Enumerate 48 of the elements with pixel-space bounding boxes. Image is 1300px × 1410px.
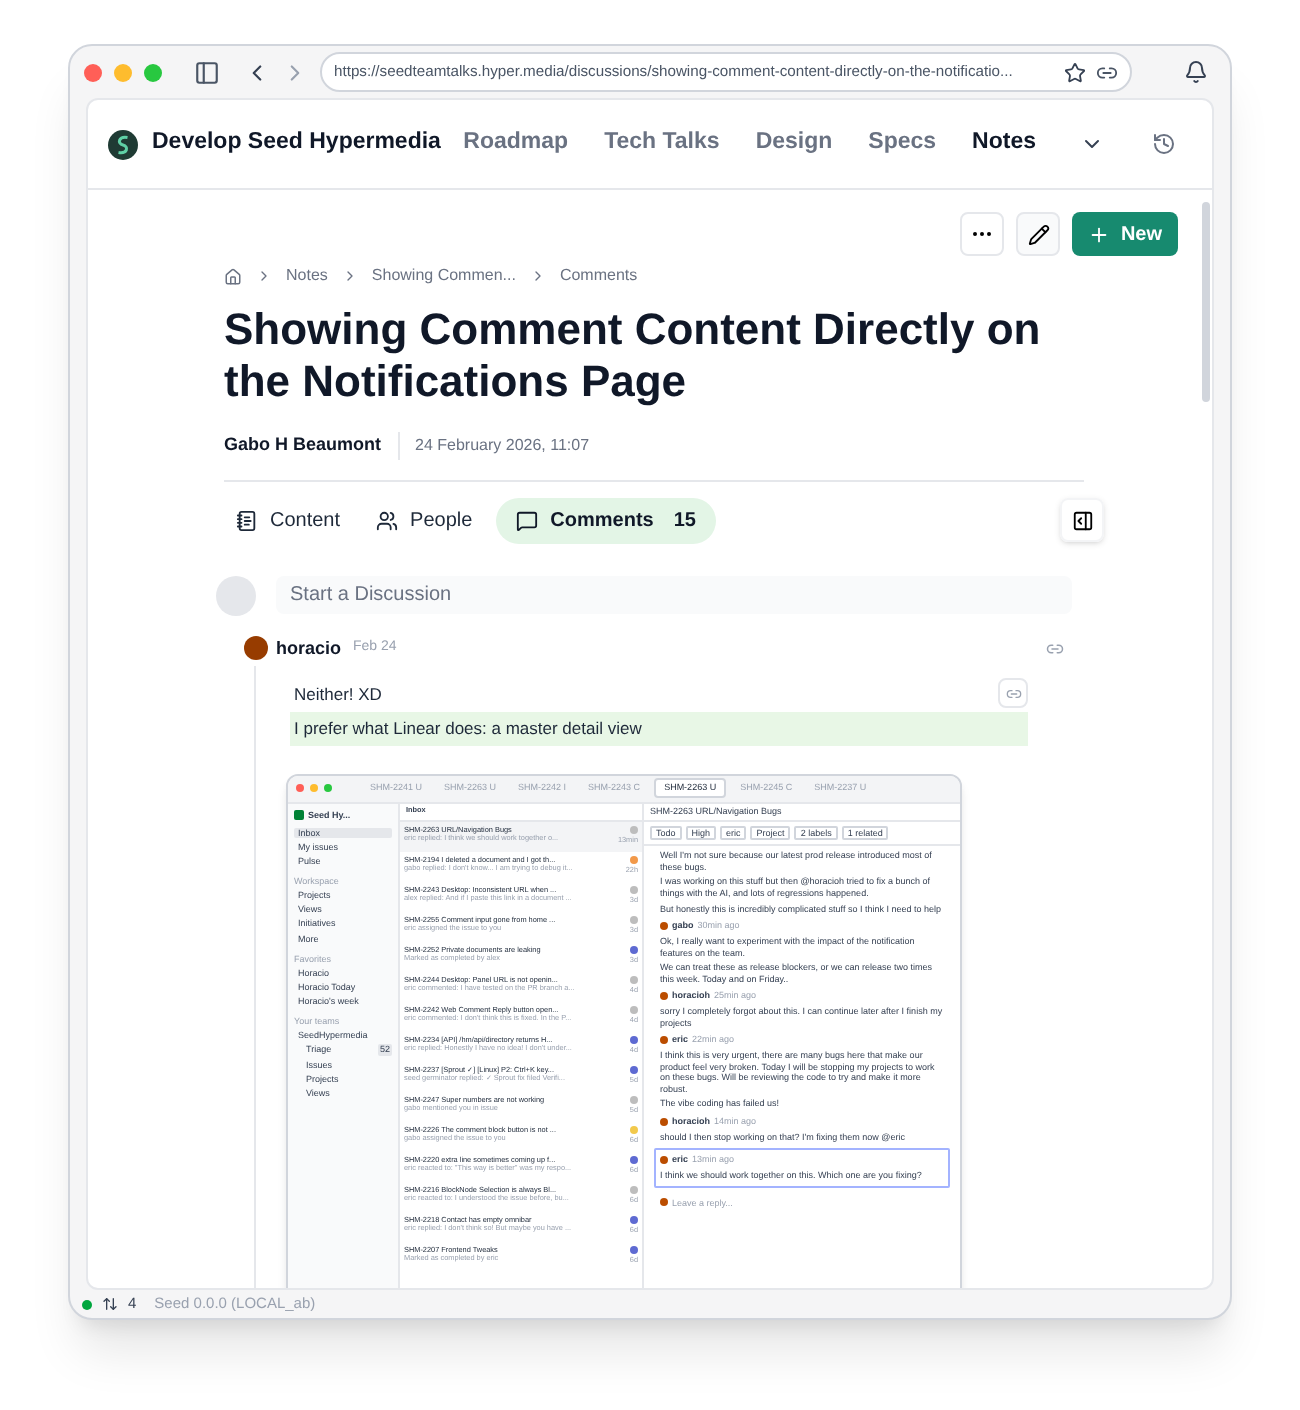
new-button[interactable]: New [1072,212,1178,256]
avatar-icon [660,922,668,931]
tab[interactable]: Content [224,497,353,543]
avatar-icon [660,1156,668,1165]
tab[interactable]: People [364,497,485,543]
chevron-right-icon [256,268,272,284]
avatar-icon [660,1036,668,1045]
pencil-icon [1027,223,1050,245]
comments-icon [516,509,539,531]
comment-text: Neither! XD [294,682,382,708]
nav-link[interactable]: Design [755,126,833,162]
nav-link[interactable]: Specs [868,126,937,162]
sidebar-icon[interactable] [194,59,220,85]
breadcrumb-link[interactable]: Notes [286,264,328,288]
sync-icon [102,1296,118,1312]
people-icon [376,509,399,531]
more-button[interactable] [960,212,1005,256]
nav-link[interactable]: Notes [972,126,1036,162]
breadcrumb-link[interactable]: Showing Commen... [371,264,516,288]
edit-button[interactable] [1016,212,1061,256]
bell-icon[interactable] [1184,60,1208,84]
publish-date: 24 February 2026, 11:07 [413,433,590,458]
tab[interactable]: Comments 15 [496,497,716,543]
panel-icon [1071,509,1093,531]
discussion-field[interactable]: Start a Discussion [276,576,1072,614]
avatar-icon [660,992,668,1001]
comment-text: I prefer what Linear does: a master detail view [290,711,1028,745]
workspace-logo-icon [294,809,304,820]
panel-toggle-button[interactable] [1060,498,1104,542]
avatar-icon [216,575,256,615]
history-icon[interactable] [1152,132,1176,156]
star-icon[interactable] [1064,61,1086,83]
comment-author[interactable]: horacio [276,635,342,662]
document-title: Showing Comment Content Directly on the Notifications Page [224,304,1043,408]
author-name[interactable]: Gabo H Beaumont [224,432,400,459]
breadcrumb-link[interactable]: Comments [559,264,638,288]
home-icon[interactable] [224,267,242,285]
avatar-icon [244,636,268,661]
link-icon [1005,685,1021,701]
copy-link-button[interactable] [998,678,1028,708]
content-icon [236,509,258,531]
plus-icon [1088,223,1111,245]
logo-icon [108,129,138,159]
avatar-icon [660,1117,668,1126]
nav-link[interactable]: Tech Talks [604,126,720,162]
nav-link[interactable]: Roadmap [463,126,569,162]
site-title[interactable]: Develop Seed Hypermedia [152,126,441,162]
avatar-icon [660,1198,668,1207]
